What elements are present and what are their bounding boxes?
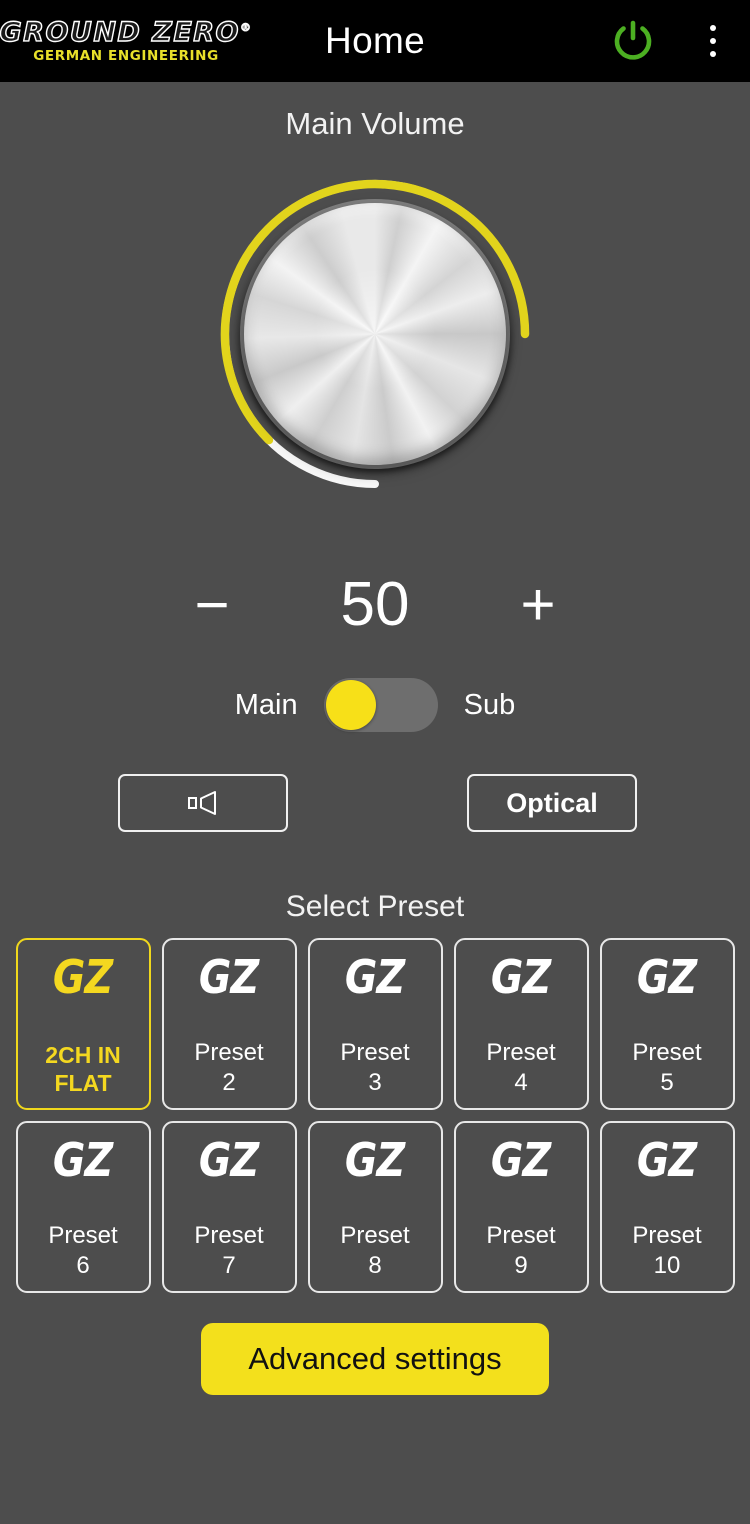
- preset-tile-4[interactable]: GZ Preset 4: [453, 938, 589, 1110]
- channel-toggle-switch[interactable]: [323, 678, 438, 732]
- gz-logo-icon: GZ: [637, 1133, 697, 1187]
- registered-trademark-icon: ®: [240, 20, 253, 34]
- main-content: Main Volume − 50 + Main Sub Optical Sele…: [0, 106, 750, 1524]
- preset-tile-5[interactable]: GZ Preset 5: [599, 938, 735, 1110]
- menu-dot: [710, 38, 716, 44]
- gz-logo-icon: GZ: [345, 1133, 405, 1187]
- preset-tile-7[interactable]: GZ Preset 7: [161, 1121, 297, 1293]
- preset-label: Preset 3: [340, 1039, 410, 1096]
- channel-toggle-label-sub: Sub: [463, 688, 516, 721]
- gz-logo-icon: GZ: [345, 950, 405, 1004]
- preset-label: Preset 9: [486, 1222, 556, 1279]
- preset-label: Preset 2: [194, 1039, 264, 1096]
- gz-logo-icon: GZ: [491, 950, 551, 1004]
- brand-logo-main: GROUND ZERO®: [0, 16, 253, 48]
- channel-toggle-label-main: Main: [234, 688, 298, 721]
- volume-knob[interactable]: [205, 164, 545, 504]
- volume-controls: − 50 +: [0, 574, 750, 636]
- preset-tile-3[interactable]: GZ Preset 3: [307, 938, 443, 1110]
- preset-label: Preset 10: [632, 1222, 702, 1279]
- header-actions: [610, 0, 750, 82]
- volume-value: 50: [340, 570, 410, 639]
- preset-tile-10[interactable]: GZ Preset 10: [599, 1121, 735, 1293]
- preset-label: Preset 7: [194, 1222, 264, 1279]
- gz-logo-icon: GZ: [199, 1133, 259, 1187]
- main-volume-title: Main Volume: [285, 106, 465, 141]
- preset-tile-8[interactable]: GZ Preset 8: [307, 1121, 443, 1293]
- preset-tile-2[interactable]: GZ Preset 2: [161, 938, 297, 1110]
- preset-label: Preset 6: [48, 1222, 118, 1279]
- preset-label: 2CH IN FLAT: [45, 1041, 121, 1097]
- optical-input-button[interactable]: Optical: [467, 774, 637, 832]
- volume-increase-button[interactable]: +: [508, 575, 568, 635]
- advanced-settings-button[interactable]: Advanced settings: [201, 1323, 549, 1395]
- power-icon[interactable]: [610, 18, 656, 64]
- brand-logo: GROUND ZERO® GERMAN ENGINEERING: [0, 18, 251, 64]
- channel-toggle-knob: [325, 680, 376, 730]
- preset-grid: GZ 2CH IN FLAT GZ Preset 2 GZ Preset 3 GZ P…: [0, 938, 750, 1293]
- speaker-output-button[interactable]: [118, 774, 288, 832]
- preset-label: Preset 8: [340, 1222, 410, 1279]
- preset-tile-1[interactable]: GZ 2CH IN FLAT: [15, 938, 151, 1110]
- source-buttons: Optical: [118, 774, 637, 832]
- gz-logo-icon: GZ: [199, 950, 259, 1004]
- brand-logo-tagline: GERMAN ENGINEERING: [33, 47, 219, 64]
- preset-tile-9[interactable]: GZ Preset 9: [453, 1121, 589, 1293]
- select-preset-title: Select Preset: [285, 890, 465, 923]
- gz-logo-icon: GZ: [53, 950, 113, 1004]
- preset-tile-6[interactable]: GZ Preset 6: [15, 1121, 151, 1293]
- speaker-icon: [188, 791, 216, 815]
- menu-dot: [710, 51, 716, 57]
- gz-logo-icon: GZ: [637, 950, 697, 1004]
- volume-decrease-button[interactable]: −: [182, 575, 242, 635]
- preset-label: Preset 5: [632, 1039, 702, 1096]
- channel-toggle: Main Sub: [0, 678, 750, 732]
- gz-logo-icon: GZ: [53, 1133, 113, 1187]
- preset-label: Preset 4: [486, 1039, 556, 1096]
- gz-logo-icon: GZ: [491, 1133, 551, 1187]
- app-header: GROUND ZERO® GERMAN ENGINEERING Home: [0, 0, 750, 82]
- volume-knob-dial[interactable]: [244, 203, 506, 465]
- overflow-menu-icon[interactable]: [698, 18, 728, 64]
- menu-dot: [710, 25, 716, 31]
- footer-actions: Advanced settings: [0, 1323, 750, 1395]
